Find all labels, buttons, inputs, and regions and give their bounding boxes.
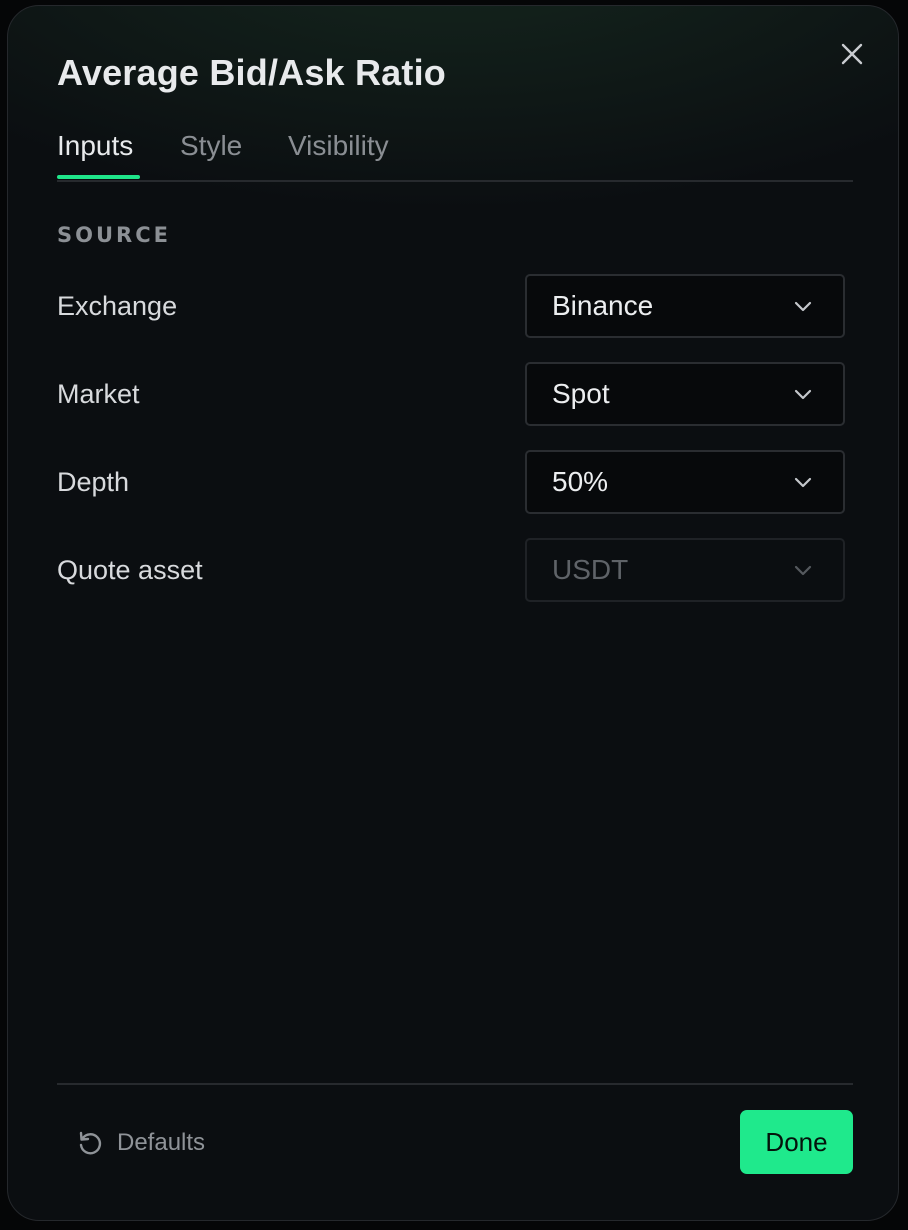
footer-divider xyxy=(57,1083,853,1085)
depth-label: Depth xyxy=(57,467,130,497)
tab-bar: Inputs Style Visibility xyxy=(57,118,853,182)
depth-select[interactable]: 50% xyxy=(525,450,845,514)
depth-select-value: 50% xyxy=(552,466,609,497)
close-button[interactable] xyxy=(834,36,870,72)
section-heading-source: SOURCE xyxy=(57,223,171,247)
quote-asset-select: USDT xyxy=(525,538,845,602)
reset-icon xyxy=(79,1131,102,1155)
market-label: Market xyxy=(57,379,140,409)
quote-asset-label: Quote asset xyxy=(57,555,203,585)
market-select[interactable]: Spot xyxy=(525,362,845,426)
defaults-button[interactable]: Defaults xyxy=(76,1125,205,1161)
defaults-button-label: Defaults xyxy=(117,1129,206,1156)
chevron-down-icon xyxy=(794,565,812,576)
tab-visibility[interactable]: Visibility xyxy=(288,128,389,164)
chevron-down-icon xyxy=(794,301,812,312)
market-select-value: Spot xyxy=(552,378,610,409)
exchange-select[interactable]: Binance xyxy=(525,274,845,338)
exchange-select-value: Binance xyxy=(552,290,654,321)
chevron-down-icon xyxy=(794,389,812,400)
quote-asset-select-value: USDT xyxy=(552,554,629,585)
tab-style[interactable]: Style xyxy=(180,128,242,164)
done-button[interactable]: Done xyxy=(740,1110,853,1174)
close-icon xyxy=(841,43,863,65)
active-tab-indicator xyxy=(57,175,140,179)
indicator-settings-dialog: Average Bid/Ask Ratio Inputs Style Visib… xyxy=(7,5,899,1221)
chevron-down-icon xyxy=(794,477,812,488)
dialog-title: Average Bid/Ask Ratio xyxy=(57,52,446,93)
exchange-label: Exchange xyxy=(57,291,178,321)
tab-inputs[interactable]: Inputs xyxy=(57,128,133,164)
